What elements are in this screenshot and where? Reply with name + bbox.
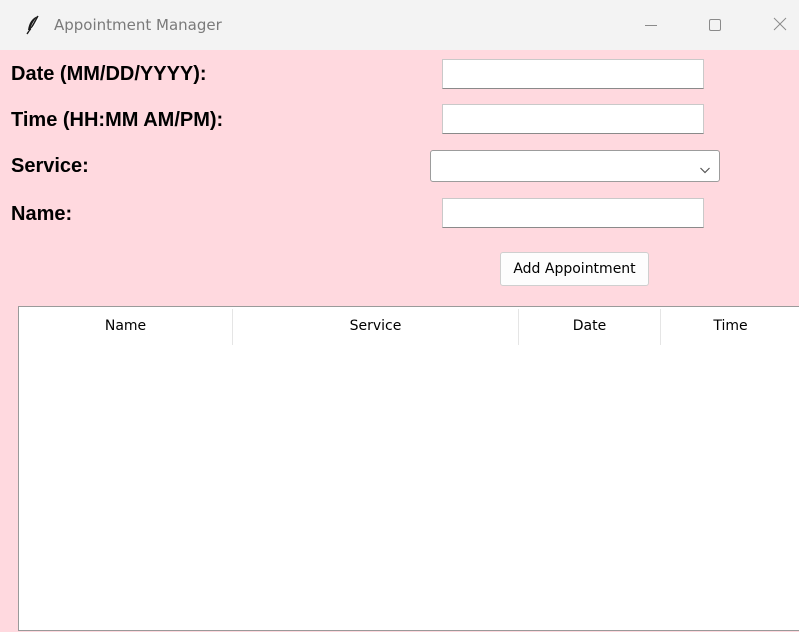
column-header-date[interactable]: Date bbox=[519, 309, 661, 345]
title-bar[interactable]: Appointment Manager bbox=[0, 0, 799, 50]
date-label: Date (MM/DD/YYYY): bbox=[11, 63, 207, 85]
app-window: Appointment Manager Date (MM/DD/YYYY): T… bbox=[0, 0, 799, 632]
column-header-time[interactable]: Time bbox=[661, 309, 799, 345]
maximize-icon bbox=[709, 16, 721, 35]
service-dropdown[interactable] bbox=[430, 150, 720, 182]
minimize-button[interactable] bbox=[628, 0, 674, 50]
service-label: Service: bbox=[11, 155, 89, 177]
appointments-table[interactable]: Name Service Date Time bbox=[18, 306, 799, 631]
time-label: Time (HH:MM AM/PM): bbox=[11, 109, 224, 131]
window-title: Appointment Manager bbox=[54, 16, 222, 34]
name-label: Name: bbox=[11, 203, 73, 225]
time-input[interactable] bbox=[442, 104, 704, 134]
date-input[interactable] bbox=[442, 59, 704, 89]
table-header: Name Service Date Time bbox=[19, 307, 799, 345]
name-input[interactable] bbox=[442, 198, 704, 228]
close-icon bbox=[773, 16, 787, 35]
feather-icon bbox=[24, 15, 42, 35]
close-button[interactable] bbox=[757, 0, 799, 50]
column-header-name[interactable]: Name bbox=[19, 309, 233, 345]
column-header-service[interactable]: Service bbox=[233, 309, 519, 345]
add-appointment-button[interactable]: Add Appointment bbox=[500, 252, 649, 286]
chevron-down-icon[interactable] bbox=[699, 161, 711, 174]
maximize-button[interactable] bbox=[692, 0, 738, 50]
minimize-icon bbox=[645, 16, 657, 35]
